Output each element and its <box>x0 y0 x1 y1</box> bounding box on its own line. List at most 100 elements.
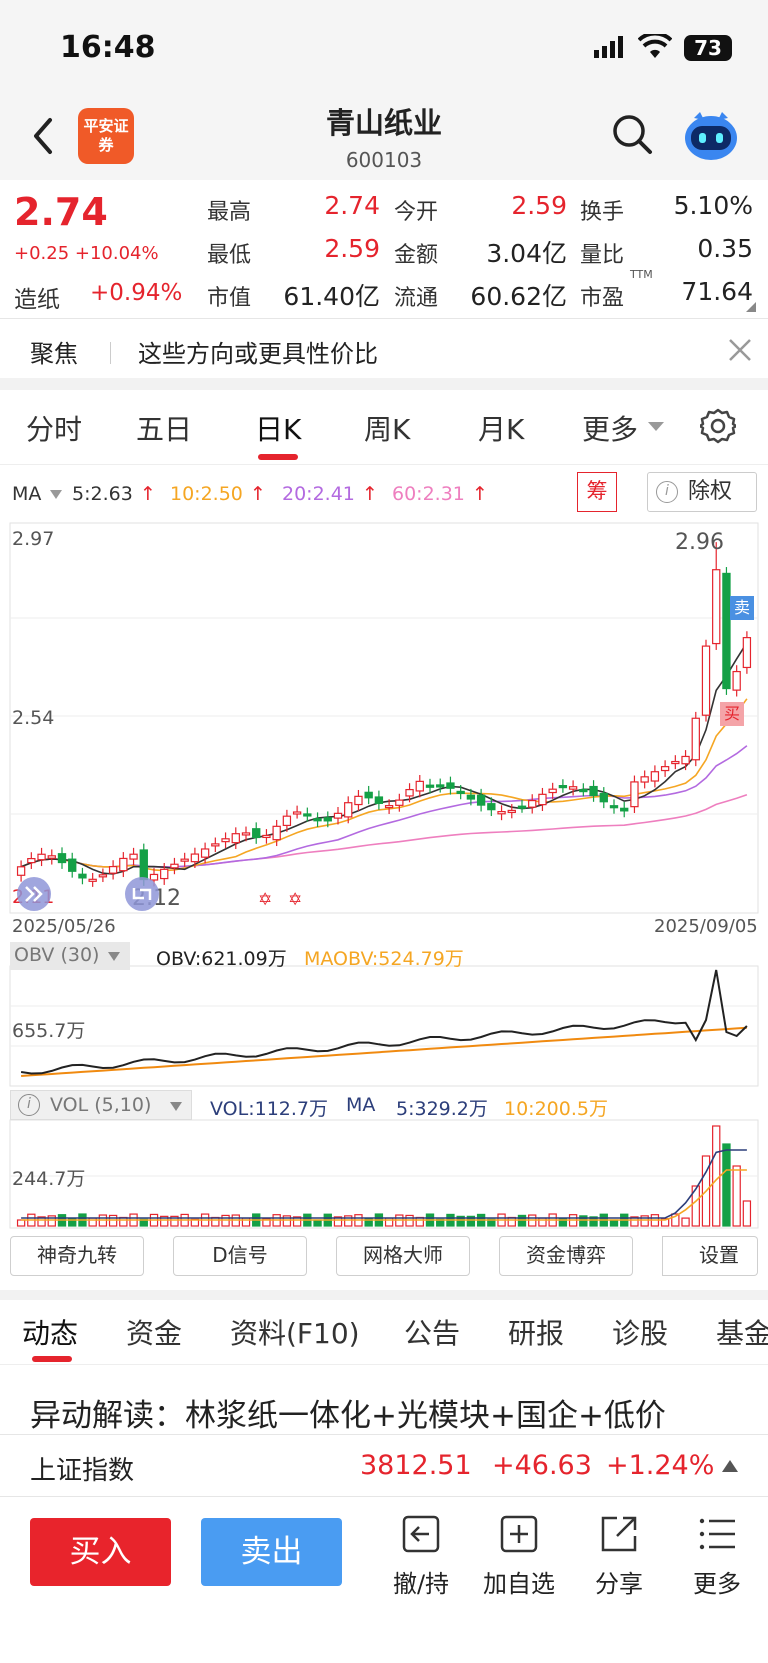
tab-more[interactable]: 更多 <box>582 408 638 448</box>
share-button[interactable]: 分享 <box>574 1512 664 1599</box>
tab-intraday[interactable]: 分时 <box>26 408 82 448</box>
date-end: 2025/09/05 <box>654 916 758 937</box>
star-icon: ✡ <box>258 890 273 910</box>
buy-signal-marker[interactable]: 买 <box>720 702 744 726</box>
status-time: 16:48 <box>60 30 156 65</box>
buy-button[interactable]: 买入 <box>30 1518 171 1586</box>
scroll-left-icon[interactable] <box>16 876 52 912</box>
amount-value: 3.04亿 <box>486 239 567 268</box>
float-label: 流通 <box>394 286 439 311</box>
section-gap <box>0 1290 768 1300</box>
tab-f10[interactable]: 资料(F10) <box>230 1312 360 1352</box>
divider <box>0 1364 768 1365</box>
price-axis-mid: 2.54 <box>12 707 55 729</box>
kline-chart[interactable] <box>0 520 768 1232</box>
back-icon[interactable] <box>24 112 64 160</box>
star-icon: ✡ <box>288 890 303 910</box>
sell-signal-marker[interactable]: 卖 <box>730 596 754 620</box>
expand-up-icon[interactable] <box>722 1460 738 1472</box>
robot-assistant-icon[interactable] <box>682 108 740 162</box>
news-headline[interactable]: 异动解读：林浆纸一体化+光模块+国企+低价 <box>30 1390 666 1435</box>
tab-five-day[interactable]: 五日 <box>136 408 192 448</box>
candle-body <box>487 803 496 811</box>
vol-ma10-value: 10:200.5万 <box>504 1098 608 1120</box>
candle-body <box>344 802 353 818</box>
wifi-icon <box>638 34 672 58</box>
withdraw-button[interactable]: 撤/持 <box>376 1512 466 1599</box>
sell-button[interactable]: 卖出 <box>201 1518 342 1586</box>
chevron-down-icon[interactable] <box>50 490 62 499</box>
gear-icon[interactable] <box>700 408 736 444</box>
withdraw-icon <box>402 1515 440 1553</box>
chevron-down-icon <box>108 952 120 961</box>
panel-frame <box>9 522 759 914</box>
candle-body <box>538 793 547 806</box>
max-price-marker: 2.96 <box>675 530 724 555</box>
tab-news[interactable]: 动态 <box>22 1312 78 1352</box>
index-name[interactable]: 上证指数 <box>30 1450 134 1487</box>
indicator-grid-master-button[interactable]: 网格大师 <box>336 1236 470 1276</box>
jump-icon[interactable] <box>124 876 160 912</box>
pe-value: 71.64 <box>681 277 753 306</box>
arrow-up-icon: ↑ <box>250 483 266 505</box>
arrow-up-icon: ↑ <box>362 483 378 505</box>
tab-announcements[interactable]: 公告 <box>404 1312 460 1352</box>
vol-ma5-line <box>21 1149 747 1219</box>
add-watchlist-button[interactable]: 加自选 <box>474 1512 564 1599</box>
indicator-magic-nine-button[interactable]: 神奇九转 <box>10 1236 144 1276</box>
indicator-capital-game-button[interactable]: 资金博弈 <box>499 1236 633 1276</box>
candle-body <box>333 812 343 819</box>
price-axis-top: 2.97 <box>12 528 55 550</box>
menu-icon <box>699 1518 735 1550</box>
candle-body <box>415 780 424 792</box>
ma5-value: 5:2.63 <box>72 483 133 505</box>
tab-monthly-k[interactable]: 月K <box>478 408 524 448</box>
index-change: +46.63 <box>492 1450 592 1481</box>
tab-capital[interactable]: 资金 <box>126 1312 182 1352</box>
sector-name[interactable]: 造纸 <box>14 280 60 314</box>
chip-distribution-button[interactable]: 筹 <box>577 472 617 512</box>
low-value: 2.59 <box>324 234 380 263</box>
tab-weekly-k[interactable]: 周K <box>364 408 410 448</box>
candle-body <box>27 857 36 864</box>
obv-value: OBV:621.09万 <box>156 948 287 970</box>
candle-body <box>374 796 384 804</box>
info-icon[interactable]: i <box>18 1094 40 1116</box>
candle-body <box>119 857 128 872</box>
indicator-d-signal-button[interactable]: D信号 <box>173 1236 307 1276</box>
divider <box>0 318 768 319</box>
price-change: +0.25 +10.04% <box>14 243 159 264</box>
obv-axis-label: 655.7万 <box>12 1020 86 1042</box>
candle-body <box>272 825 281 841</box>
candle-body <box>98 874 108 878</box>
candle-body <box>37 853 46 861</box>
candle-body <box>620 807 629 812</box>
candle-body <box>599 792 608 803</box>
candle-body <box>456 790 465 795</box>
vol-value: VOL:112.7万 <box>210 1098 328 1120</box>
volume-bar <box>16 1219 26 1227</box>
candle-body <box>691 717 700 761</box>
focus-headline[interactable]: 这些方向或更具性价比 <box>138 334 378 369</box>
candle-body <box>405 788 414 797</box>
candle-body <box>354 795 363 806</box>
divider <box>0 1434 768 1435</box>
volume-bar <box>732 1165 741 1227</box>
more-button[interactable]: 更多 <box>672 1512 762 1599</box>
candle-body <box>517 805 527 809</box>
tab-research[interactable]: 研报 <box>508 1312 564 1352</box>
candle-body <box>78 873 87 879</box>
candle-body <box>476 794 486 806</box>
tab-fund[interactable]: 基金 <box>716 1312 768 1352</box>
tab-diagnose[interactable]: 诊股 <box>612 1312 668 1352</box>
candle-body <box>722 572 731 690</box>
search-icon[interactable] <box>610 112 654 156</box>
tab-daily-k[interactable]: 日K <box>255 408 301 448</box>
close-icon[interactable] <box>726 336 754 364</box>
add-watchlist-icon <box>500 1515 538 1553</box>
candle-body <box>630 781 639 808</box>
volume-bar <box>722 1143 731 1227</box>
indicator-settings-button[interactable]: 设置 <box>662 1236 758 1276</box>
stock-name: 青山纸业 <box>325 106 442 140</box>
ma-legend-name[interactable]: MA <box>12 483 41 505</box>
